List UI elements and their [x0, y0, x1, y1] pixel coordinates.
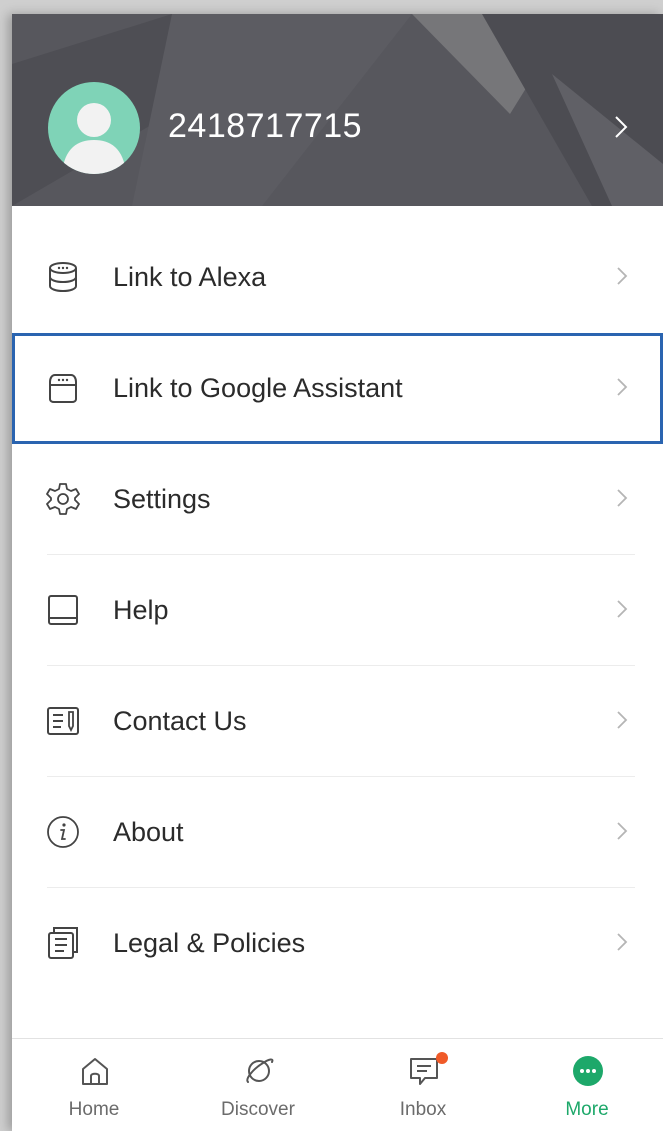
menu-item-label: Legal & Policies: [113, 928, 306, 958]
more-icon: [573, 1056, 603, 1086]
chevron-right-icon[interactable]: [612, 114, 630, 140]
menu-item-link-google-assistant[interactable]: Link to Google Assistant: [12, 333, 663, 444]
notification-badge: [436, 1052, 448, 1064]
nav-label: Discover: [221, 1099, 295, 1120]
app-frame: 2418717715 Link to Alexa Link to Google …: [12, 14, 663, 1131]
menu-item-help[interactable]: Help: [12, 555, 663, 666]
bottom-navigation: Home Discover Inbox More: [12, 1038, 663, 1131]
menu-item-label: Link to Google Assistant: [113, 373, 403, 403]
nav-more[interactable]: More: [532, 1039, 642, 1131]
chevron-right-icon: [617, 489, 628, 507]
chevron-right-icon: [617, 933, 628, 951]
settings-menu: Link to Alexa Link to Google Assistant S…: [12, 222, 663, 999]
contact-form-icon: [47, 707, 79, 735]
user-silhouette-icon: [62, 103, 126, 174]
chevron-right-icon: [617, 378, 628, 396]
inbox-icon: [410, 1058, 438, 1085]
menu-item-label: Contact Us: [113, 706, 247, 736]
info-icon: [47, 816, 79, 848]
nav-label: Inbox: [399, 1099, 447, 1120]
menu-item-link-alexa[interactable]: Link to Alexa: [12, 222, 663, 333]
book-icon: [48, 595, 78, 625]
nav-home[interactable]: Home: [39, 1039, 149, 1131]
nav-inbox[interactable]: Inbox: [368, 1039, 478, 1131]
menu-item-label: Help: [113, 595, 169, 625]
nav-discover[interactable]: Discover: [203, 1039, 313, 1131]
document-icon: [48, 927, 78, 959]
nav-label: Home: [68, 1099, 120, 1120]
avatar[interactable]: [48, 82, 140, 174]
menu-item-about[interactable]: About: [12, 777, 663, 888]
menu-item-settings[interactable]: Settings: [12, 444, 663, 555]
chevron-right-icon: [617, 267, 628, 285]
alexa-device-icon: [49, 262, 77, 293]
menu-item-label: Settings: [113, 484, 211, 514]
chevron-right-icon: [617, 711, 628, 729]
planet-icon: [246, 1058, 274, 1083]
gear-icon: [46, 483, 80, 515]
google-home-device-icon: [49, 374, 77, 403]
menu-item-contact-us[interactable]: Contact Us: [12, 666, 663, 777]
menu-item-legal-policies[interactable]: Legal & Policies: [12, 888, 663, 999]
home-icon: [82, 1058, 108, 1085]
nav-label: More: [565, 1099, 609, 1120]
username: 2418717715: [168, 107, 363, 145]
menu-item-label: About: [113, 817, 184, 847]
chevron-right-icon: [617, 822, 628, 840]
chevron-right-icon: [617, 600, 628, 618]
menu-item-label: Link to Alexa: [113, 262, 267, 292]
profile-header[interactable]: 2418717715: [12, 14, 663, 206]
